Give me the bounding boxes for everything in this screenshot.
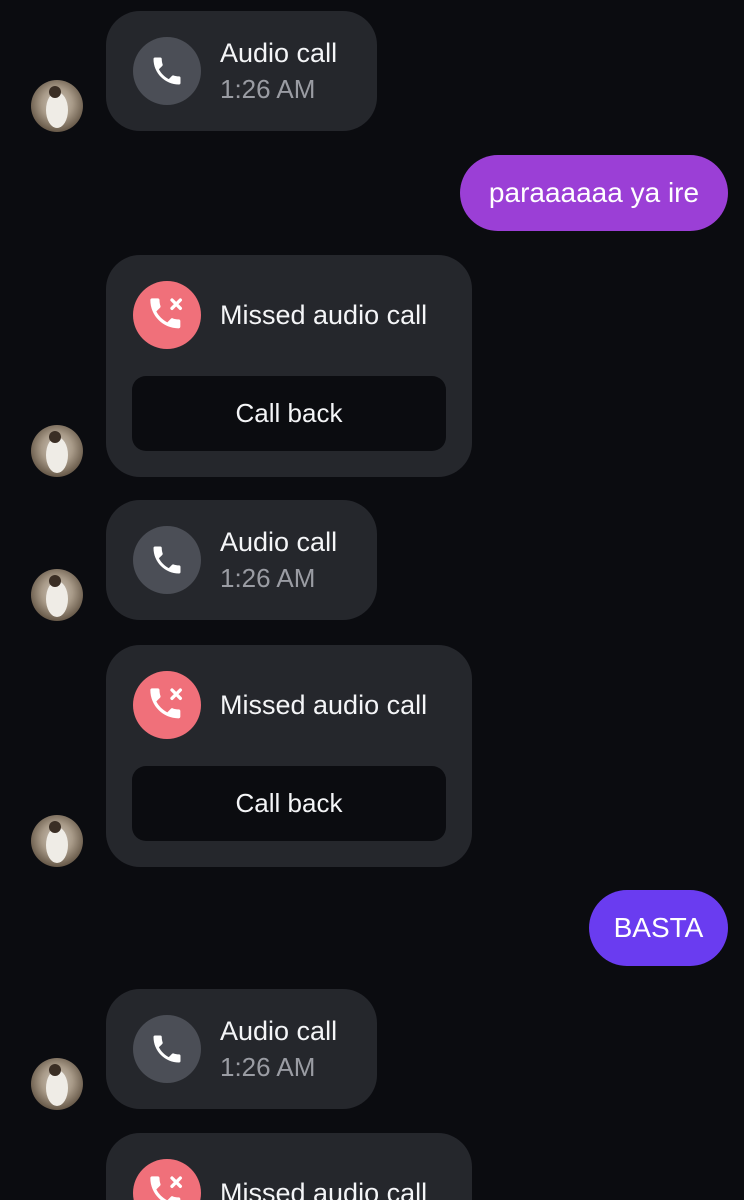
contact-avatar[interactable] [31,80,83,132]
sent-message-bubble[interactable]: paraaaaaa ya ire [460,155,728,231]
message-thread: Audio call 1:26 AM paraaaaaa ya ire Miss… [0,0,744,1200]
missed-call-title: Missed audio call [220,300,428,330]
audio-call-card[interactable]: Audio call 1:26 AM [106,989,377,1109]
contact-avatar[interactable] [31,1058,83,1110]
phone-icon [133,37,201,105]
audio-call-card[interactable]: Audio call 1:26 AM [106,500,377,620]
sent-message-bubble[interactable]: BASTA [589,890,728,966]
call-title: Audio call [220,1016,338,1046]
call-title: Audio call [220,38,338,68]
missed-call-card[interactable]: Missed audio call Call back [106,255,472,477]
missed-call-title: Missed audio call [220,1178,428,1200]
call-back-button[interactable]: Call back [132,376,446,451]
missed-call-icon [133,1159,201,1200]
missed-call-card[interactable]: Missed audio call [106,1133,472,1200]
missed-call-icon [133,671,201,739]
phone-icon [133,526,201,594]
audio-call-card[interactable]: Audio call 1:26 AM [106,11,377,131]
call-title: Audio call [220,527,338,557]
missed-call-card[interactable]: Missed audio call Call back [106,645,472,867]
missed-call-title: Missed audio call [220,690,428,720]
missed-call-icon [133,281,201,349]
contact-avatar[interactable] [31,815,83,867]
phone-icon [133,1015,201,1083]
call-time: 1:26 AM [220,74,316,104]
contact-avatar[interactable] [31,425,83,477]
call-time: 1:26 AM [220,563,316,593]
call-back-button[interactable]: Call back [132,766,446,841]
call-time: 1:26 AM [220,1052,316,1082]
contact-avatar[interactable] [31,569,83,621]
